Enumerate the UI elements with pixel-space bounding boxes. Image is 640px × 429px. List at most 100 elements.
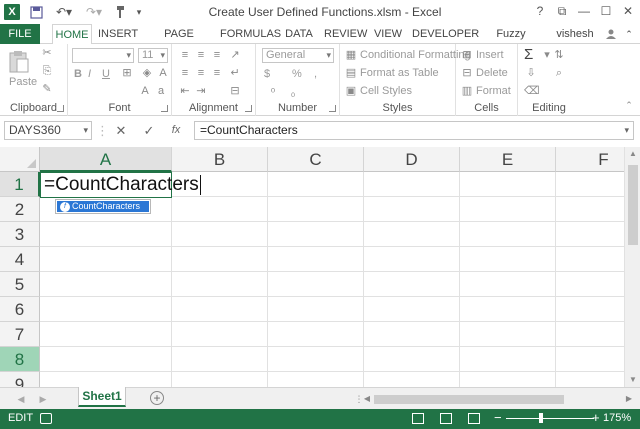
zoom-out-button[interactable]: − xyxy=(494,410,502,425)
macro-record-icon[interactable] xyxy=(40,413,52,424)
excel-icon[interactable]: X xyxy=(4,4,20,20)
tab-file[interactable]: FILE xyxy=(0,24,40,44)
page-layout-view-icon[interactable] xyxy=(440,413,452,424)
autocomplete-item-countcharacters[interactable]: f CountCharacters xyxy=(57,201,149,212)
row-header-5[interactable]: 5 xyxy=(0,272,40,297)
tab-view[interactable]: VIEW xyxy=(372,24,404,44)
save-icon[interactable] xyxy=(28,3,44,21)
font-launcher-icon[interactable] xyxy=(161,105,168,112)
decrease-decimal-icon[interactable]: ₀ xyxy=(286,86,300,100)
scroll-right-icon[interactable]: ▶ xyxy=(622,391,636,407)
copy-icon[interactable]: ⎘ xyxy=(40,64,54,78)
cell-styles-button[interactable]: Cell Styles xyxy=(360,85,412,97)
row-header-6[interactable]: 6 xyxy=(0,297,40,322)
row-header-3[interactable]: 3 xyxy=(0,222,40,247)
ribbon-display-icon[interactable]: ⧉ xyxy=(552,2,572,20)
fill-color-icon[interactable]: ◈ xyxy=(140,66,154,80)
clipboard-launcher-icon[interactable] xyxy=(57,105,64,112)
underline-button[interactable]: U xyxy=(102,68,110,80)
scroll-down-icon[interactable]: ▼ xyxy=(625,373,640,387)
tab-fuzzy-lookup[interactable]: Fuzzy Lookup xyxy=(480,24,542,60)
column-header-a[interactable]: A xyxy=(40,147,172,172)
insert-function-button[interactable]: fx xyxy=(165,121,187,140)
zoom-level[interactable]: 175% xyxy=(603,412,631,424)
insert-cells-button[interactable]: Insert xyxy=(476,49,504,61)
tab-review[interactable]: REVIEW xyxy=(324,24,367,44)
format-cells-icon[interactable]: ▥ xyxy=(460,84,474,98)
sheet-next-icon[interactable]: ▶ xyxy=(36,392,50,406)
vertical-scrollbar[interactable]: ▲ ▼ xyxy=(624,147,640,387)
tab-page-layout[interactable]: PAGE LAYOUT xyxy=(146,24,212,60)
user-account[interactable]: vishesh g... xyxy=(548,24,602,60)
horizontal-scroll-thumb[interactable] xyxy=(374,395,564,404)
fill-icon[interactable]: ⇩ xyxy=(524,66,538,80)
comma-button[interactable]: , xyxy=(314,68,317,80)
row-header-9[interactable]: 9 xyxy=(0,372,40,387)
normal-view-icon[interactable] xyxy=(412,413,424,424)
alignment-launcher-icon[interactable] xyxy=(245,105,252,112)
sheet-tab-sheet1[interactable]: Sheet1 xyxy=(78,387,126,407)
conditional-formatting-icon[interactable]: ▦ xyxy=(344,48,358,62)
row-header-2[interactable]: 2 xyxy=(0,197,40,222)
paste-button[interactable]: Paste xyxy=(9,76,37,88)
maximize-icon[interactable]: ☐ xyxy=(596,2,616,20)
format-as-table-button[interactable]: Format as Table xyxy=(360,67,439,79)
name-box[interactable]: DAYS360 ▾ xyxy=(4,121,92,140)
center-icon[interactable]: ≡ xyxy=(194,66,208,80)
help-icon[interactable]: ? xyxy=(530,2,550,20)
close-icon[interactable]: ✕ xyxy=(618,2,638,20)
delete-cells-icon[interactable]: ⊟ xyxy=(460,66,474,80)
tab-formulas[interactable]: FORMULAS xyxy=(220,24,281,44)
column-header-b[interactable]: B xyxy=(172,147,268,172)
sort-filter-icon[interactable]: ⇅ xyxy=(552,48,566,62)
undo-icon[interactable]: ↶▾ xyxy=(52,3,76,21)
worksheet-grid[interactable]: A B C D E F 1 2 3 4 5 6 7 8 9 =CountChar… xyxy=(0,147,624,387)
scroll-left-icon[interactable]: ◀ xyxy=(360,391,374,407)
zoom-in-button[interactable]: + xyxy=(592,410,600,425)
wrap-text-icon[interactable]: ↵ xyxy=(228,66,242,80)
font-name-dropdown[interactable] xyxy=(72,48,134,63)
customize-format-icon[interactable] xyxy=(114,3,128,21)
formula-bar-grip-icon[interactable]: ⋮ xyxy=(96,121,109,140)
redo-icon[interactable]: ↷▾ xyxy=(82,3,106,21)
tab-insert[interactable]: INSERT xyxy=(98,24,138,44)
paste-icon[interactable] xyxy=(8,50,30,77)
align-left-icon[interactable]: ≡ xyxy=(178,66,192,80)
bottom-align-icon[interactable]: ≡ xyxy=(210,48,224,62)
zoom-slider[interactable] xyxy=(506,418,594,419)
vertical-scroll-thumb[interactable] xyxy=(628,165,638,245)
decrease-font-icon[interactable]: a xyxy=(154,84,168,98)
format-cells-button[interactable]: Format xyxy=(476,85,511,97)
minimize-icon[interactable]: — xyxy=(574,2,594,20)
number-format-dropdown[interactable]: General xyxy=(262,48,334,63)
active-cell-a1[interactable]: =CountCharacters xyxy=(40,172,201,198)
tab-home[interactable]: HOME xyxy=(52,24,92,45)
cancel-button[interactable]: ✕ xyxy=(110,121,132,140)
format-painter-icon[interactable]: ✎ xyxy=(40,82,54,96)
name-box-dropdown-icon[interactable]: ▾ xyxy=(83,122,88,139)
find-select-icon[interactable]: ⌕ xyxy=(552,66,566,80)
top-align-icon[interactable]: ≡ xyxy=(178,48,192,62)
tab-developer[interactable]: DEVELOPER xyxy=(412,24,479,44)
decrease-indent-icon[interactable]: ⇤ xyxy=(178,84,192,98)
cell-styles-icon[interactable]: ▣ xyxy=(344,84,358,98)
horizontal-scrollbar[interactable]: ⋮ ◀ ▶ xyxy=(352,391,638,407)
borders-icon[interactable]: ⊞ xyxy=(120,66,134,80)
collapse-ribbon-icon[interactable]: ⌃ xyxy=(622,24,636,44)
collapse-ribbon-caret-icon[interactable]: ⌃ xyxy=(622,98,636,112)
increase-font-icon[interactable]: A xyxy=(138,84,152,98)
number-launcher-icon[interactable] xyxy=(329,105,336,112)
column-header-c[interactable]: C xyxy=(268,147,364,172)
format-as-table-icon[interactable]: ▤ xyxy=(344,66,358,80)
font-size-dropdown[interactable]: 11 xyxy=(138,48,168,63)
column-header-f[interactable]: F xyxy=(556,147,624,172)
row-header-7[interactable]: 7 xyxy=(0,322,40,347)
increase-decimal-icon[interactable]: ⁰ xyxy=(266,86,280,100)
font-color-icon[interactable]: A xyxy=(156,66,170,80)
orientation-icon[interactable]: ↗ xyxy=(228,48,242,62)
merge-center-icon[interactable]: ⊟ xyxy=(228,84,242,98)
sheet-prev-icon[interactable]: ◀ xyxy=(14,392,28,406)
bold-button[interactable]: B xyxy=(74,68,82,80)
middle-align-icon[interactable]: ≡ xyxy=(194,48,208,62)
cut-icon[interactable]: ✂ xyxy=(40,46,54,60)
